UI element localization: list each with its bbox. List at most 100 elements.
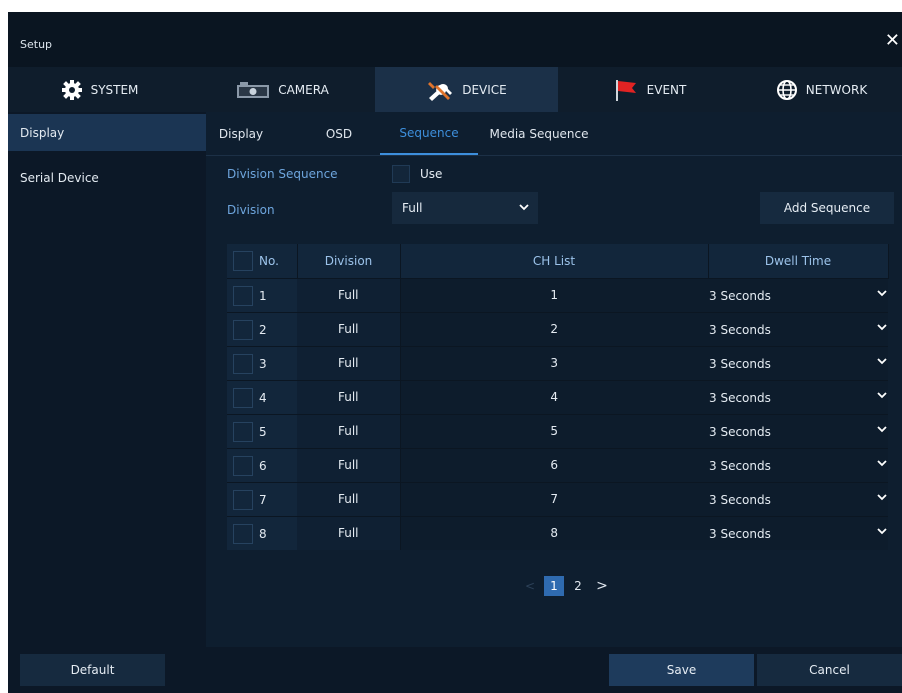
- cell-division: Full: [297, 515, 401, 550]
- row-number: 1: [259, 288, 267, 303]
- cell-no: 6: [227, 447, 297, 482]
- row-number: 8: [259, 526, 267, 541]
- division-label: Division: [227, 203, 275, 217]
- cell-ch-list: 5: [400, 413, 708, 448]
- subtab-label: Display: [218, 126, 264, 141]
- header-division: Division: [297, 244, 401, 278]
- subtab-sequence[interactable]: Sequence: [380, 112, 478, 155]
- row-checkbox[interactable]: [233, 387, 253, 408]
- tools-icon: [426, 79, 454, 101]
- chevron-down-icon[interactable]: [876, 424, 888, 437]
- row-checkbox[interactable]: [233, 523, 253, 544]
- dwell-time-value: 3 Seconds: [709, 288, 771, 303]
- sub-tabs: Display OSD Sequence Media Sequence: [206, 112, 902, 156]
- tab-device-label: DEVICE: [462, 82, 507, 97]
- tab-camera[interactable]: CAMERA: [191, 67, 374, 112]
- header-dwell-time: Dwell Time: [708, 244, 889, 278]
- dwell-time-value: 3 Seconds: [709, 322, 771, 337]
- subtab-label: Sequence: [399, 125, 459, 140]
- use-checkbox[interactable]: [392, 165, 410, 183]
- chevron-down-icon: [518, 201, 530, 215]
- row-checkbox[interactable]: [233, 489, 253, 510]
- table-header-row: No. Division CH List Dwell Time: [227, 244, 889, 278]
- cell-ch-list: 6: [400, 447, 708, 482]
- cell-no: 4: [227, 379, 297, 414]
- header-no-label: No.: [259, 254, 279, 268]
- dwell-time-value: 3 Seconds: [709, 526, 771, 541]
- dwell-time-value: 3 Seconds: [709, 458, 771, 473]
- row-checkbox[interactable]: [233, 421, 253, 442]
- footer: Default Save Cancel: [8, 647, 902, 693]
- tab-network-label: NETWORK: [805, 82, 868, 97]
- dwell-time-select[interactable]: 3 Seconds: [708, 379, 888, 414]
- cell-division: Full: [297, 277, 401, 312]
- cell-division: Full: [297, 447, 401, 482]
- dwell-time-select[interactable]: 3 Seconds: [708, 447, 888, 482]
- dwell-time-select[interactable]: 3 Seconds: [708, 481, 888, 516]
- table-row: 1 Full 1 3 Seconds: [227, 277, 888, 312]
- subtab-display[interactable]: Display: [206, 112, 276, 155]
- tab-camera-label: CAMERA: [278, 82, 329, 97]
- dwell-time-select[interactable]: 3 Seconds: [708, 345, 888, 380]
- row-checkbox[interactable]: [233, 455, 253, 476]
- save-button[interactable]: Save: [609, 654, 754, 686]
- row-checkbox[interactable]: [233, 319, 253, 340]
- dwell-time-value: 3 Seconds: [709, 390, 771, 405]
- chevron-down-icon[interactable]: [876, 390, 888, 403]
- row-number: 5: [259, 424, 267, 439]
- tab-system[interactable]: SYSTEM: [8, 67, 191, 112]
- tab-device[interactable]: DEVICE: [375, 67, 558, 112]
- chevron-down-icon[interactable]: [876, 492, 888, 505]
- row-checkbox[interactable]: [233, 285, 253, 306]
- cell-ch-list: 2: [400, 311, 708, 346]
- window-title: Setup: [20, 38, 53, 51]
- table-row: 2 Full 2 3 Seconds: [227, 311, 888, 346]
- cell-no: 2: [227, 311, 297, 346]
- default-button[interactable]: Default: [20, 654, 165, 686]
- close-icon[interactable]: ✕: [885, 30, 900, 51]
- header-no: No.: [227, 244, 298, 278]
- cancel-button[interactable]: Cancel: [757, 654, 902, 686]
- subtab-media-sequence[interactable]: Media Sequence: [484, 112, 594, 155]
- dwell-time-select[interactable]: 3 Seconds: [708, 311, 888, 346]
- dwell-time-select[interactable]: 3 Seconds: [708, 277, 888, 312]
- subtab-osd[interactable]: OSD: [314, 112, 364, 155]
- division-select[interactable]: Full: [392, 192, 538, 224]
- page-button-2[interactable]: 2: [568, 576, 588, 596]
- tab-event[interactable]: EVENT: [558, 67, 741, 112]
- cell-ch-list: 8: [400, 515, 708, 550]
- camera-icon: [236, 81, 270, 99]
- chevron-down-icon[interactable]: [876, 458, 888, 471]
- tab-event-label: EVENT: [646, 82, 687, 97]
- dwell-time-select[interactable]: 3 Seconds: [708, 413, 888, 448]
- chevron-down-icon[interactable]: [876, 526, 888, 539]
- title-bar: Setup ✕: [8, 12, 902, 67]
- sidebar-item-serial-device[interactable]: Serial Device: [8, 159, 206, 196]
- page-button-1[interactable]: 1: [544, 576, 564, 596]
- row-number: 4: [259, 390, 267, 405]
- prev-page-button[interactable]: <: [520, 576, 540, 596]
- dwell-time-value: 3 Seconds: [709, 356, 771, 371]
- cell-division: Full: [297, 379, 401, 414]
- next-page-button[interactable]: >: [592, 576, 612, 596]
- table-row: 6 Full 6 3 Seconds: [227, 447, 888, 482]
- tab-network[interactable]: NETWORK: [741, 67, 902, 112]
- dwell-time-select[interactable]: 3 Seconds: [708, 515, 888, 550]
- table-row: 3 Full 3 3 Seconds: [227, 345, 888, 380]
- main-tabs: SYSTEM CAMERA DEVICE EVENT NETWORK: [8, 67, 902, 112]
- sidebar-item-label: Serial Device: [20, 170, 99, 185]
- row-checkbox[interactable]: [233, 353, 253, 374]
- table-row: 5 Full 5 3 Seconds: [227, 413, 888, 448]
- chevron-down-icon[interactable]: [876, 356, 888, 369]
- chevron-down-icon[interactable]: [876, 322, 888, 335]
- select-all-checkbox[interactable]: [233, 251, 253, 271]
- sidebar-item-display[interactable]: Display: [8, 114, 206, 151]
- add-sequence-button[interactable]: Add Sequence: [760, 192, 894, 224]
- cell-ch-list: 4: [400, 379, 708, 414]
- use-checkbox-label: Use: [420, 167, 443, 181]
- table-row: 8 Full 8 3 Seconds: [227, 515, 888, 550]
- subtab-label: Media Sequence: [489, 126, 589, 141]
- cell-division: Full: [297, 481, 401, 516]
- sidebar-item-label: Display: [20, 125, 65, 140]
- chevron-down-icon[interactable]: [876, 288, 888, 301]
